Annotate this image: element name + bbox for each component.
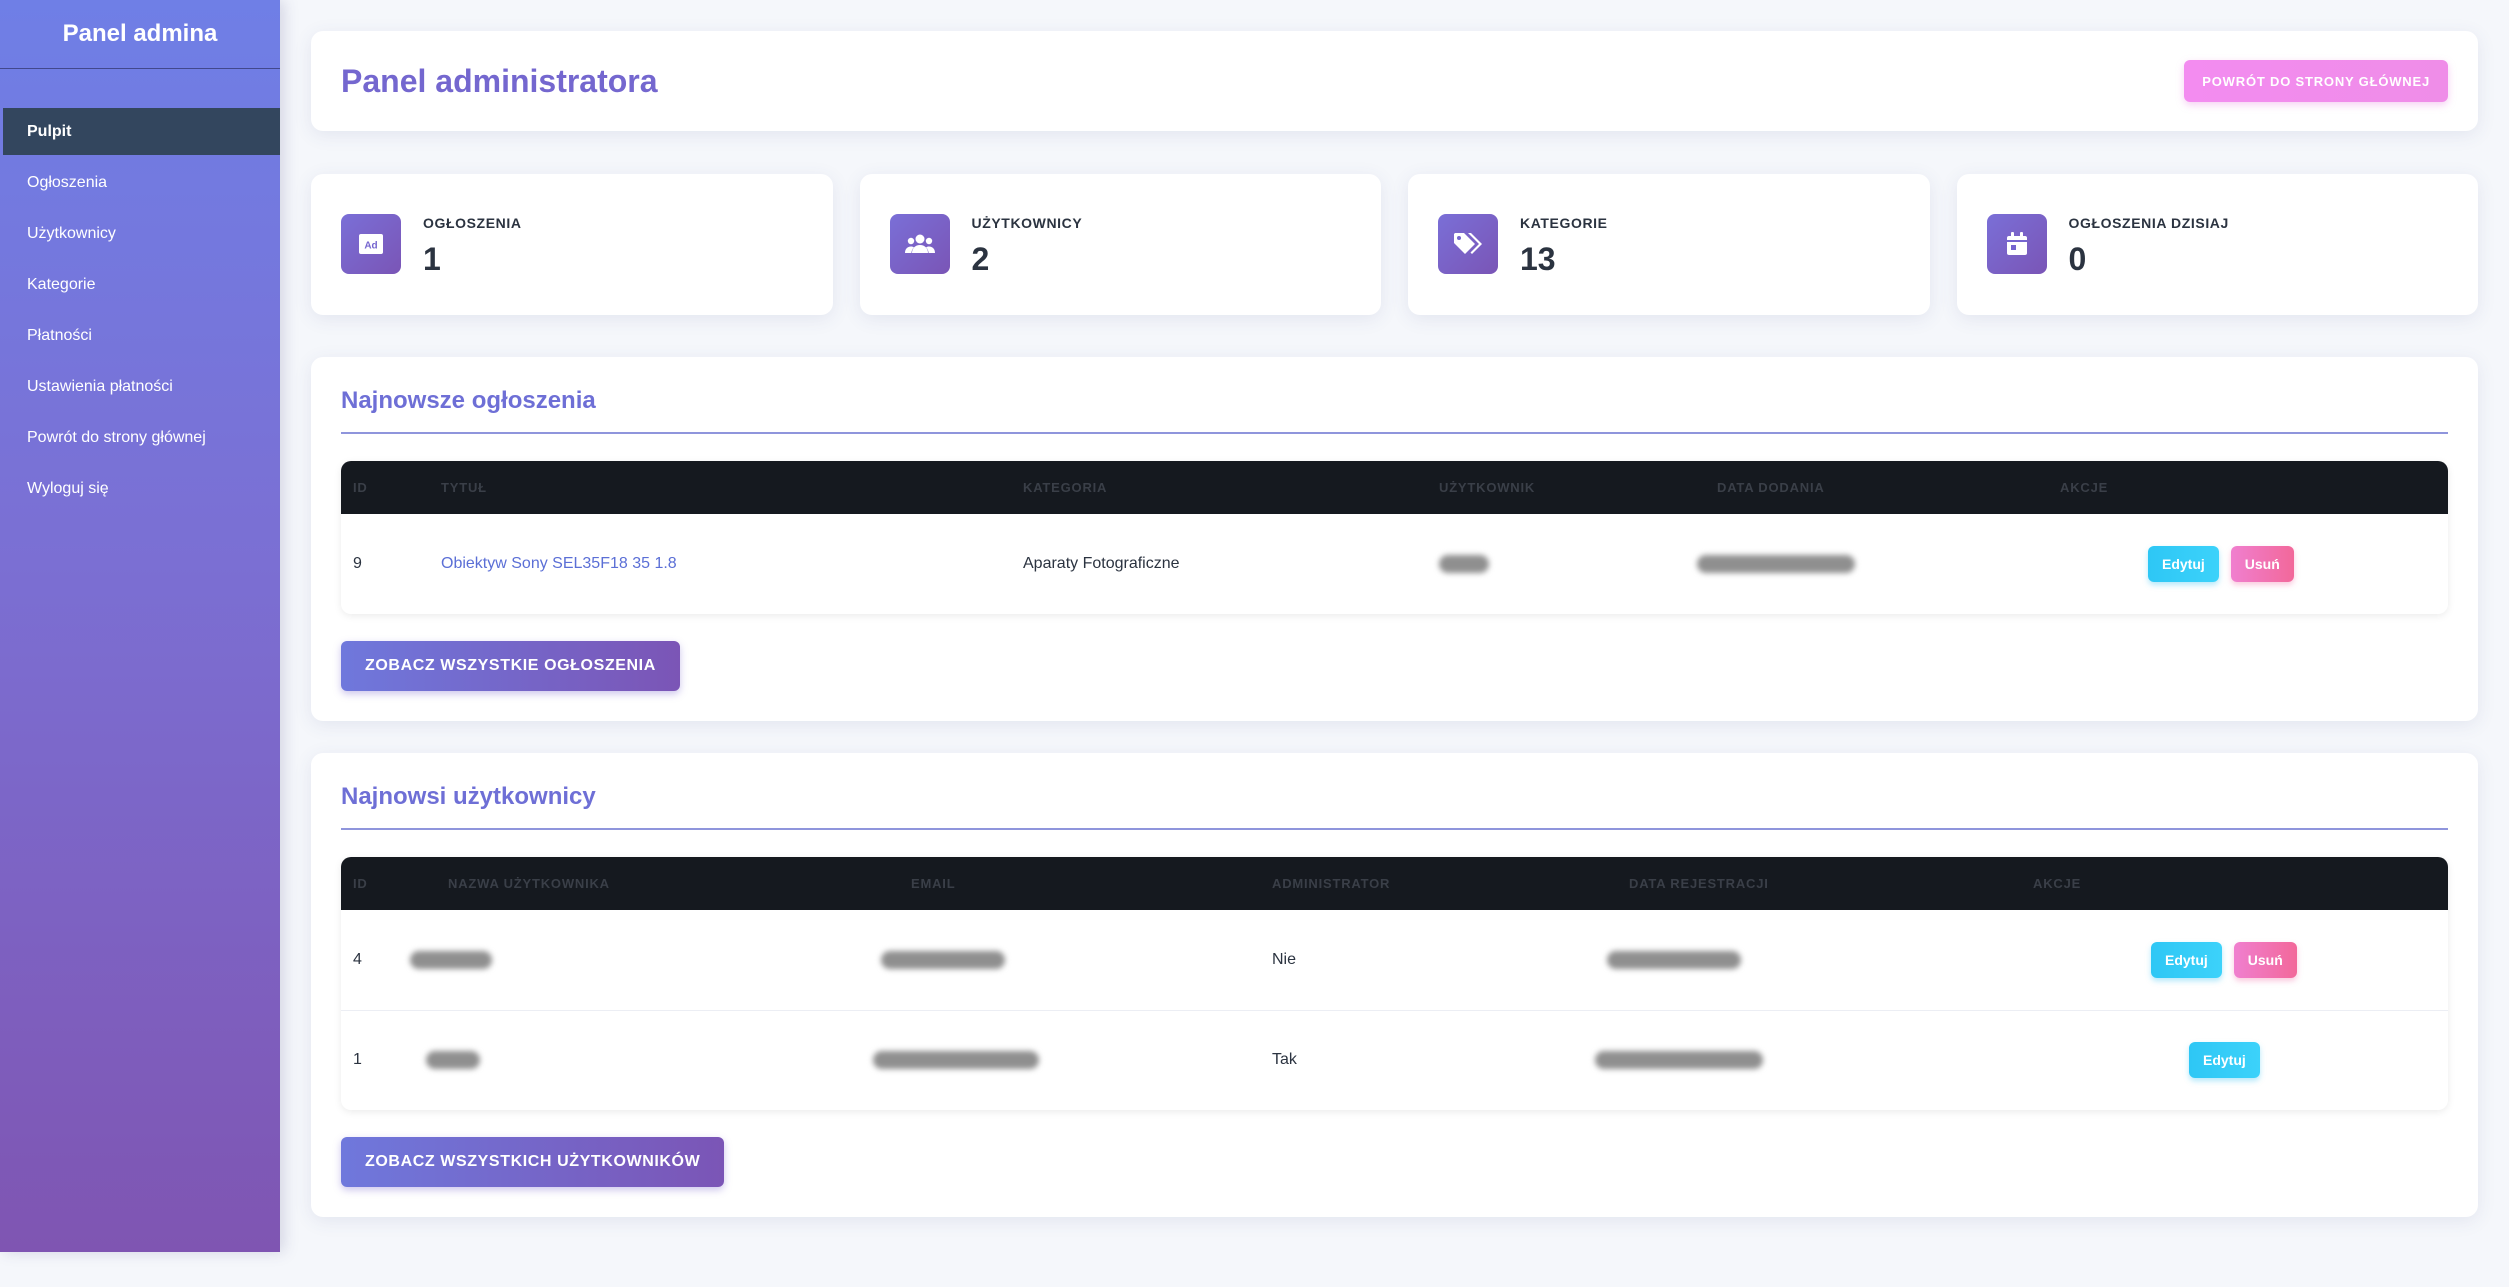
redacted-email <box>881 950 1005 969</box>
edit-button[interactable]: Edytuj <box>2189 1042 2260 1079</box>
table-row: 4 Nie Edytuj Usuń <box>341 910 2448 1010</box>
stat-card-ogloszenia-dzisiaj: OGŁOSZENIA DZISIAJ 0 <box>1956 174 2478 315</box>
sidebar-item-wyloguj[interactable]: Wyloguj się <box>3 465 280 512</box>
ads-table: ID TYTUŁ KATEGORIA UŻYTKOWNIK DATA DODAN… <box>341 461 2448 614</box>
home-button[interactable]: POWRÓT DO STRONY GŁÓWNEJ <box>2184 60 2448 102</box>
sidebar-item-platnosci[interactable]: Płatności <box>3 312 280 359</box>
column-header: DATA DODANIA <box>1717 480 1825 495</box>
redacted-date <box>1595 1051 1763 1070</box>
redacted-date <box>1697 554 1855 573</box>
user-id: 1 <box>353 1051 362 1069</box>
sidebar: Panel admina Pulpit Ogłoszenia Użytkowni… <box>0 0 280 1252</box>
stats-row: Ad OGŁOSZENIA 1 UŻYTKOWNICY 2 KATEGORIE … <box>311 174 2478 315</box>
user-admin: Tak <box>1272 1051 1297 1069</box>
redacted-date <box>1607 950 1741 969</box>
delete-button[interactable]: Usuń <box>2230 546 2294 582</box>
app-root: Panel admina Pulpit Ogłoszenia Użytkowni… <box>0 0 2509 1287</box>
stat-content: KATEGORIE 13 <box>1520 214 1608 278</box>
sidebar-nav: Pulpit Ogłoszenia Użytkownicy Kategorie … <box>0 108 280 512</box>
sidebar-item-ustawienia-platnosci[interactable]: Ustawienia płatności <box>3 363 280 410</box>
table-header-row: ID NAZWA UŻYTKOWNIKA EMAIL ADMINISTRATOR… <box>341 857 2448 910</box>
ad-id: 9 <box>353 555 362 572</box>
stat-value: 2 <box>971 241 990 277</box>
stat-content: OGŁOSZENIA 1 <box>423 214 522 278</box>
column-header: ADMINISTRATOR <box>1272 876 1391 891</box>
redacted-username <box>410 950 492 969</box>
delete-button[interactable]: Usuń <box>2233 941 2297 978</box>
users-icon <box>889 214 950 274</box>
view-all-users-button[interactable]: ZOBACZ WSZYSTKICH UŻYTKOWNIKÓW <box>341 1137 725 1187</box>
stat-value: 13 <box>1520 241 1556 277</box>
column-header: UŻYTKOWNIK <box>1439 480 1536 495</box>
calendar-icon <box>1986 214 2047 274</box>
edit-button[interactable]: Edytuj <box>2151 941 2222 978</box>
latest-users-section: Najnowsi użytkownicy ID NAZWA UŻYTKOWNIK… <box>311 753 2478 1217</box>
sidebar-brand: Panel admina <box>0 0 280 69</box>
edit-button[interactable]: Edytuj <box>2148 546 2219 582</box>
stat-content: UŻYTKOWNICY 2 <box>972 214 1083 278</box>
sidebar-item-powrot[interactable]: Powrót do strony głównej <box>3 414 280 461</box>
stat-card-uzytkownicy: UŻYTKOWNICY 2 <box>859 174 1381 315</box>
redacted-email <box>873 1051 1039 1070</box>
table-header-row: ID TYTUŁ KATEGORIA UŻYTKOWNIK DATA DODAN… <box>341 461 2448 514</box>
column-header: ID <box>353 480 368 495</box>
column-header: EMAIL <box>911 876 956 891</box>
svg-text:Ad: Ad <box>364 241 377 252</box>
sidebar-item-uzytkownicy[interactable]: Użytkownicy <box>3 210 280 257</box>
stat-card-kategorie: KATEGORIE 13 <box>1408 174 1930 315</box>
sidebar-item-pulpit[interactable]: Pulpit <box>3 108 280 155</box>
column-header: TYTUŁ <box>441 480 487 495</box>
stat-value: 1 <box>423 241 441 277</box>
header-card: Panel administratora POWRÓT DO STRONY GŁ… <box>311 31 2478 131</box>
redacted-username <box>1439 554 1489 573</box>
latest-ads-section: Najnowsze ogłoszenia ID TYTUŁ KATEGORIA … <box>311 357 2478 721</box>
section-title: Najnowsze ogłoszenia <box>341 387 2448 434</box>
column-header: ID <box>353 876 368 891</box>
stat-value: 0 <box>2068 241 2087 277</box>
redacted-username <box>426 1051 480 1070</box>
tags-icon <box>1438 214 1498 274</box>
stat-label: OGŁOSZENIA <box>423 215 522 231</box>
main-content: Panel administratora POWRÓT DO STRONY GŁ… <box>311 31 2478 1217</box>
column-header: DATA REJESTRACJI <box>1629 876 1769 891</box>
sidebar-item-ogloszenia[interactable]: Ogłoszenia <box>3 159 280 206</box>
stat-card-ogloszenia: Ad OGŁOSZENIA 1 <box>311 174 833 315</box>
column-header: AKCJE <box>2060 480 2109 495</box>
ad-icon: Ad <box>341 214 401 274</box>
stat-label: UŻYTKOWNICY <box>971 215 1083 231</box>
stat-label: KATEGORIE <box>1520 215 1608 231</box>
column-header: KATEGORIA <box>1023 480 1108 495</box>
table-row: 9 Obiektyw Sony SEL35F18 35 1.8 Aparaty … <box>341 514 2448 614</box>
view-all-ads-button[interactable]: ZOBACZ WSZYSTKIE OGŁOSZENIA <box>341 641 680 691</box>
page-title: Panel administratora <box>341 62 658 99</box>
ad-category: Aparaty Fotograficzne <box>1023 555 1180 572</box>
ad-title-link[interactable]: Obiektyw Sony SEL35F18 35 1.8 <box>441 555 677 572</box>
stat-label: OGŁOSZENIA DZISIAJ <box>2068 215 2229 231</box>
stat-content: OGŁOSZENIA DZISIAJ 0 <box>2069 214 2229 278</box>
section-title: Najnowsi użytkownicy <box>341 783 2448 830</box>
column-header: NAZWA UŻYTKOWNIKA <box>448 876 610 891</box>
users-table: ID NAZWA UŻYTKOWNIKA EMAIL ADMINISTRATOR… <box>341 857 2448 1110</box>
sidebar-item-kategorie[interactable]: Kategorie <box>3 261 280 308</box>
user-admin: Nie <box>1272 950 1297 968</box>
column-header: AKCJE <box>2033 876 2082 891</box>
table-row: 1 Tak Edytuj <box>341 1010 2448 1110</box>
